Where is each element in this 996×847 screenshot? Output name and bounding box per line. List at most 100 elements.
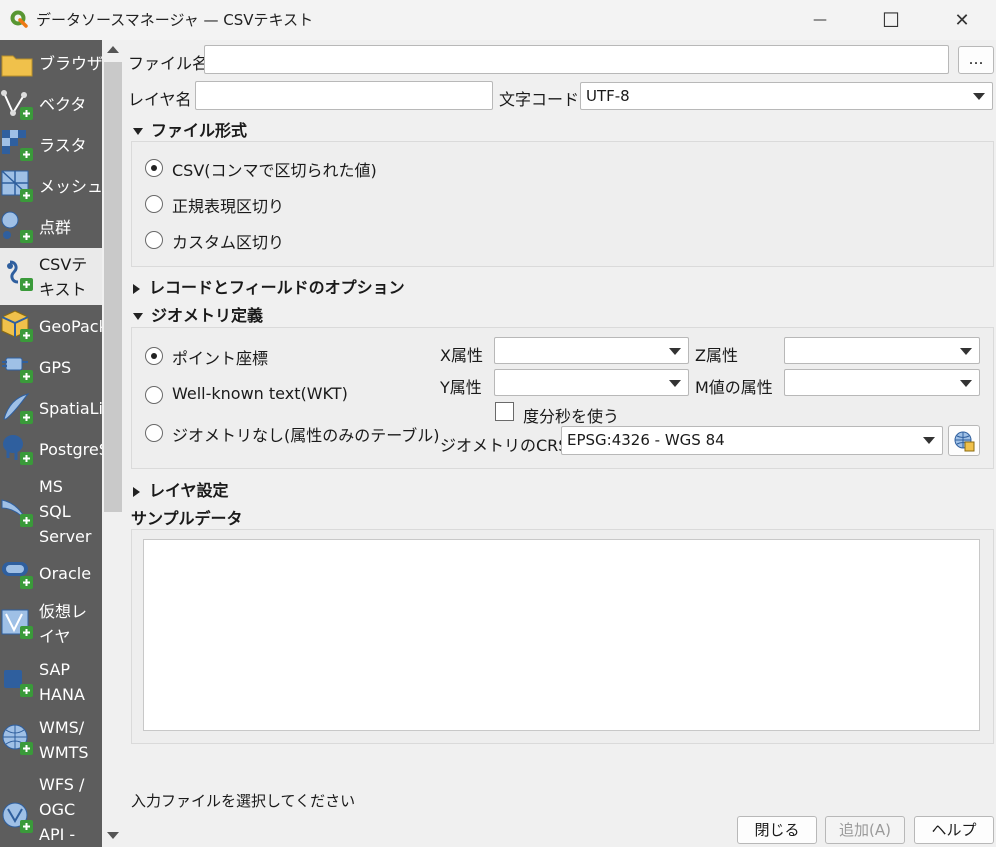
radio-custom-label[interactable]: カスタム区切り — [172, 229, 284, 253]
globe-projection-icon — [954, 431, 975, 452]
sidebar-item-wfs[interactable]: WFS / OGC API - — [0, 770, 102, 847]
sidebar-item-label: PostgreS — [39, 440, 102, 459]
radio-custom[interactable] — [145, 231, 163, 249]
crs-value: EPSG:4326 - WGS 84 — [567, 431, 725, 449]
minimize-icon: — — [813, 12, 827, 28]
sidebar-item-label: SAP HANA — [39, 660, 85, 704]
virtual-layer-add-icon — [1, 609, 33, 639]
encoding-label: 文字コード — [499, 90, 580, 109]
radio-wkt[interactable] — [145, 386, 163, 404]
sidebar-item-label: MS SQL Server — [39, 477, 92, 546]
maximize-icon: ☐ — [882, 8, 900, 32]
browse-button[interactable]: … — [958, 46, 994, 74]
close-window-button[interactable]: ✕ — [939, 0, 985, 40]
sidebar-item-oracle[interactable]: Oracle — [0, 553, 102, 593]
expand-icon — [133, 486, 140, 497]
layer-name-input[interactable] — [195, 81, 493, 110]
folder-icon — [1, 55, 33, 77]
radio-wkt-label[interactable]: Well-known text(WKT) — [172, 384, 348, 403]
sidebar-item-raster[interactable]: ラスタ — [0, 125, 102, 165]
spatialite-add-icon — [3, 393, 33, 424]
m-field-label: M値の属性 — [695, 378, 773, 397]
geopackage-add-icon — [1, 310, 33, 342]
pointcloud-add-icon — [1, 211, 33, 243]
provider-sidebar: ブラウザ ベクタ ラスタ メッシュ 点群 CSVテ キスト GeoPack GP… — [0, 40, 102, 847]
collapse-icon — [133, 128, 143, 135]
close-icon: ✕ — [954, 9, 970, 31]
sidebar-item-geopackage[interactable]: GeoPack — [0, 306, 102, 346]
crs-select[interactable]: EPSG:4326 - WGS 84 — [561, 426, 943, 455]
dms-checkbox[interactable] — [495, 402, 514, 421]
section-title: ジオメトリ定義 — [151, 306, 264, 325]
file-name-input[interactable] — [204, 45, 949, 74]
csv-add-icon — [7, 260, 33, 291]
geometry-header[interactable]: ジオメトリ定義 — [133, 302, 263, 326]
x-field-select[interactable] — [494, 337, 689, 364]
wms-add-icon — [2, 724, 33, 755]
qgis-logo-icon — [10, 10, 28, 28]
sidebar-item-sap-hana[interactable]: SAP HANA — [0, 654, 102, 710]
raster-add-icon — [2, 130, 33, 161]
radio-point-label[interactable]: ポイント座標 — [172, 345, 268, 369]
m-field-select[interactable] — [784, 369, 980, 396]
sidebar-scroll-thumb[interactable] — [104, 62, 122, 512]
sidebar-item-gps[interactable]: GPS — [0, 347, 102, 387]
scroll-up-icon[interactable] — [107, 46, 119, 53]
radio-regex-label[interactable]: 正規表現区切り — [172, 193, 284, 217]
oracle-add-icon — [2, 562, 33, 589]
file-format-header[interactable]: ファイル形式 — [133, 117, 247, 141]
sidebar-item-label: WFS / OGC API - — [39, 775, 85, 844]
sidebar-item-mssql[interactable]: MS SQL Server — [0, 470, 102, 550]
expand-icon — [133, 283, 140, 294]
sample-data-table[interactable] — [143, 539, 980, 731]
sidebar-item-label: ラスタ — [39, 136, 87, 155]
encoding-select[interactable]: UTF-8 — [580, 82, 993, 110]
sidebar-item-label: Oracle — [39, 564, 92, 583]
crs-label: ジオメトリのCRS — [440, 436, 569, 455]
radio-csv-label[interactable]: CSV(コンマで区切られた値) — [172, 157, 377, 181]
radio-no-geometry[interactable] — [145, 424, 163, 442]
section-title: レイヤ設定 — [149, 481, 229, 500]
sidebar-item-wms[interactable]: WMS/ WMTS — [0, 712, 102, 768]
sidebar-item-virtual-layer[interactable]: 仮想レ イヤ — [0, 596, 102, 652]
sidebar-item-browser[interactable]: ブラウザ — [0, 44, 102, 82]
radio-regex[interactable] — [145, 195, 163, 213]
chevron-down-icon — [669, 380, 681, 387]
title-bar: データソースマネージャ — CSVテキスト — ☐ ✕ — [0, 0, 996, 40]
radio-point-coordinates[interactable] — [145, 347, 163, 365]
close-button[interactable]: 閉じる — [737, 816, 817, 844]
z-field-select[interactable] — [784, 337, 980, 364]
encoding-value: UTF-8 — [586, 87, 630, 105]
vector-add-icon — [1, 90, 33, 120]
sidebar-item-pointcloud[interactable]: 点群 — [0, 207, 102, 247]
chevron-down-icon — [960, 380, 972, 387]
sample-data-header: サンプルデータ — [131, 509, 243, 528]
sidebar-item-spatialite[interactable]: SpatiaLit — [0, 388, 102, 428]
sidebar-item-postgres[interactable]: PostgreS — [0, 429, 102, 469]
maximize-button[interactable]: ☐ — [868, 0, 914, 40]
sidebar-item-label: GPS — [39, 358, 72, 377]
y-field-select[interactable] — [494, 369, 689, 396]
radio-csv[interactable] — [145, 159, 163, 177]
layer-settings-header[interactable]: レイヤ設定 — [133, 477, 229, 501]
x-field-label: X属性 — [440, 346, 483, 365]
sidebar-item-label: 仮想レ イヤ — [39, 602, 88, 646]
wfs-add-icon — [2, 802, 33, 833]
layer-name-label: レイヤ名 — [128, 90, 192, 109]
dms-label[interactable]: 度分秒を使う — [523, 403, 619, 427]
crs-selector-button[interactable] — [948, 425, 980, 456]
add-button[interactable]: 追加(A) — [825, 816, 905, 844]
sidebar-item-vector[interactable]: ベクタ — [0, 84, 102, 124]
sidebar-item-mesh[interactable]: メッシュ — [0, 166, 102, 206]
scroll-down-icon[interactable] — [107, 832, 119, 839]
chevron-down-icon — [669, 348, 681, 355]
mesh-add-icon — [1, 170, 33, 202]
sidebar-item-csv-text[interactable]: CSVテ キスト — [0, 248, 102, 305]
minimize-button[interactable]: — — [797, 0, 843, 40]
sidebar-item-label: 点群 — [39, 218, 72, 237]
y-field-label: Y属性 — [440, 378, 482, 397]
record-options-header[interactable]: レコードとフィールドのオプション — [133, 274, 405, 298]
section-title: ファイル形式 — [151, 121, 248, 140]
help-button[interactable]: ヘルプ — [914, 816, 994, 844]
radio-no-geometry-label[interactable]: ジオメトリなし(属性のみのテーブル) — [172, 422, 440, 446]
